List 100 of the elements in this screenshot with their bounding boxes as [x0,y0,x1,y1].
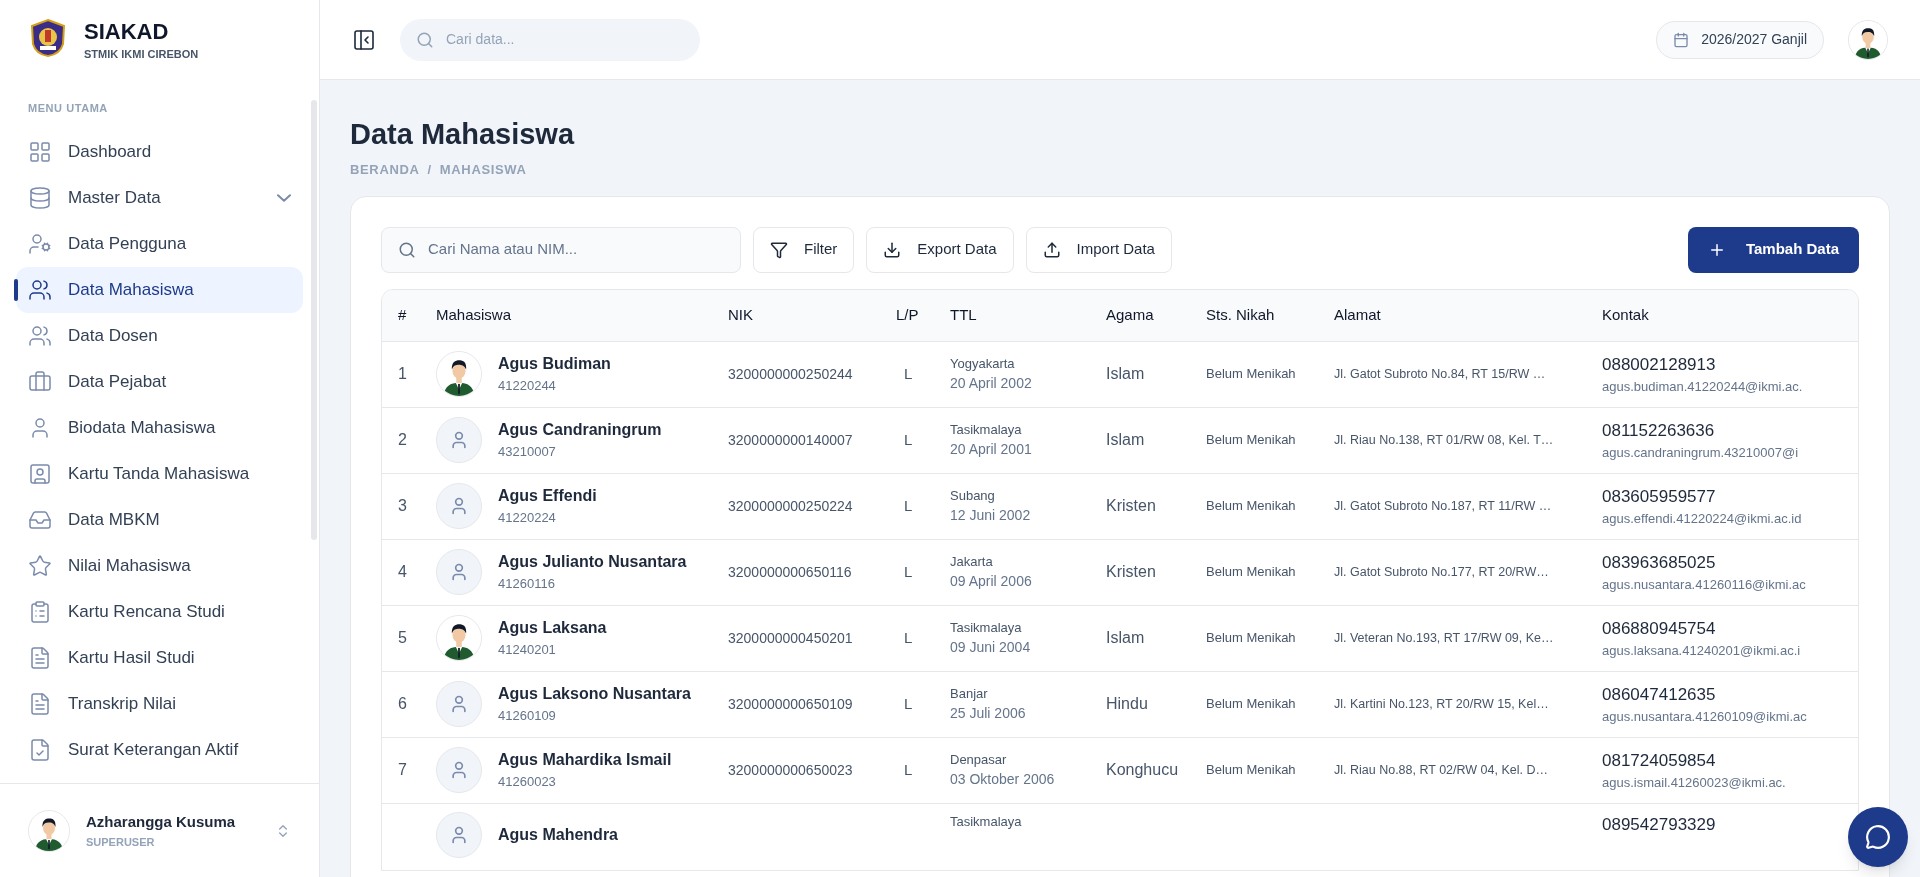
birth-place: Subang [950,486,996,505]
table-cell-text: Belum Menikah [1205,365,1297,384]
table-cell-text: L [903,495,914,516]
breadcrumb-separator: / [427,161,432,179]
table-cell-text: L [903,363,914,384]
user-role: SUPERUSER [86,834,156,850]
sidebar-item[interactable]: Data Dosen [16,312,303,359]
table-cell-text: L [903,693,914,714]
birth-date: 03 Oktober 2006 [950,770,1056,790]
table-cell-text: Jl. Gatot Subroto No.177, RT 20/RW… [1333,563,1550,581]
logo [28,18,68,58]
sidebar-item[interactable]: Nilai Mahasiswa [16,542,303,589]
table-cell-text: Jl. Gatot Subroto No.187, RT 11/RW … [1333,497,1553,515]
email: agus.laksana.41240201@ikmi.ac.i [1602,642,1802,660]
sidebar-item[interactable]: Master Data [16,174,303,221]
student-name: Agus Budiman [498,354,611,375]
calendar-icon [1673,31,1690,48]
sidebar-item[interactable]: Surat Keterangan Aktif [16,726,303,773]
sidebar-item[interactable]: Data MBKM [16,496,303,543]
email: agus.ismail.41260023@ikmi.ac. [1602,774,1787,792]
column-header: Sts. Nikah [1205,304,1276,325]
birth-place: Denpasar [950,750,1008,769]
search-icon [398,240,416,259]
column-header: NIK [727,304,754,325]
table-cell-text: L [903,429,914,450]
table-cell-text: Hindu [1105,694,1149,714]
table-cell-text: Belum Menikah [1205,629,1297,648]
phone-number: 088002128913 [1602,353,1717,376]
table-cell-text: Jl. Riau No.88, RT 02/RW 04, Kel. D… [1333,761,1549,779]
column-header: Alamat [1333,304,1382,325]
table-cell-text: L [903,561,914,582]
phone-number: 086880945754 [1602,617,1717,640]
sidebar-item[interactable]: Data Pengguna [16,220,303,267]
column-header: Kontak [1601,304,1650,325]
student-nim: 41220224 [498,509,557,528]
search-bar[interactable]: Cari Nama atau NIM... [381,226,741,273]
email: agus.effendi.41220224@ikmi.ac.id [1602,510,1803,528]
table-cell-text: Islam [1105,628,1146,648]
search-input[interactable]: Cari data... [446,29,684,50]
student-name: Agus Julianto Nusantara [498,552,687,573]
table-cell-text: Kristen [1105,496,1157,516]
toolbar-button[interactable]: Import Data [1025,226,1172,273]
database-icon [28,185,52,210]
table-cell-text: Islam [1105,364,1146,384]
table-cell-text: Jl. Riau No.138, RT 01/RW 08, Kel. T… [1333,431,1555,449]
add-button[interactable]: Tambah Data [1687,226,1859,273]
row-number: 6 [397,694,408,714]
document-icon [28,645,52,670]
app-title: SIAKAD [84,18,170,46]
sidebar-item[interactable]: Transkrip Nilai [16,680,303,727]
search-input[interactable]: Cari Nama atau NIM... [428,238,724,261]
document-check-icon [28,737,52,762]
birth-date: 25 Juli 2006 [950,704,1027,724]
student-name: Agus Mahendra [498,824,618,845]
birth-place: Tasikmalaya [950,420,1023,439]
column-header: Mahasiswa [435,304,513,325]
birth-place: Tasikmalaya [950,618,1023,637]
app-subtitle: STMIK IKMI CIREBON [84,47,199,62]
column-header: # [397,304,408,325]
user-name: Azharangga Kusuma [86,812,237,832]
table-cell-text: L [903,759,914,780]
table-cell-text: 3200000000250244 [727,364,854,384]
sidebar-item[interactable]: Data Pejabat [16,358,303,405]
sidebar-item[interactable]: Kartu Tanda Mahasiswa [16,450,303,497]
birth-date: 20 April 2001 [950,440,1033,460]
chat-icon [1865,824,1891,850]
briefcase-icon [28,369,52,394]
birth-date: 09 Juni 2004 [950,638,1032,658]
birth-date: 20 April 2002 [950,374,1033,394]
toolbar-button[interactable]: Filter [753,226,855,273]
sidebar-item[interactable]: Kartu Rencana Studi [16,588,303,635]
column-header: L/P [896,304,920,325]
period-badge[interactable]: 2026/2027 Ganjil [1656,20,1824,59]
table-cell-text: Belum Menikah [1205,563,1297,582]
sidebar-item[interactable]: Data Mahasiswa [16,266,303,313]
upload-icon [1042,240,1061,259]
phone-number: 083605959577 [1602,485,1717,508]
student-nim: 41220244 [498,377,557,396]
grid-icon [28,139,52,164]
phone-number: 081724059854 [1602,749,1717,772]
sidebar-item[interactable]: Dashboard [16,128,303,175]
sidebar-item[interactable]: Biodata Mahasiswa [16,404,303,451]
birth-place: Yogyakarta [950,354,1016,373]
table-cell-text: Belum Menikah [1205,497,1297,516]
column-header: Agama [1105,304,1155,325]
birth-place: Jakarta [950,552,994,571]
users-icon [28,323,52,348]
sidebar-item[interactable]: Kartu Hasil Studi [16,634,303,681]
birth-place: Banjar [950,684,989,703]
phone-number: 083963685025 [1602,551,1717,574]
toolbar-button[interactable]: Export Data [866,226,1014,273]
row-number: 3 [397,496,408,516]
sidebar-toggle-icon[interactable] [352,27,376,52]
email: agus.nusantara.41260116@ikmi.ac [1602,576,1807,594]
table-cell-text: Jl. Kartini No.123, RT 20/RW 15, Kel… [1333,695,1550,713]
student-name: Agus Laksana [498,618,607,639]
birth-place: Tasikmalaya [950,812,1023,831]
table-cell-text: Konghucu [1105,760,1180,780]
search-bar[interactable]: Cari data... [400,18,700,61]
table-cell-text: Belum Menikah [1205,695,1297,714]
